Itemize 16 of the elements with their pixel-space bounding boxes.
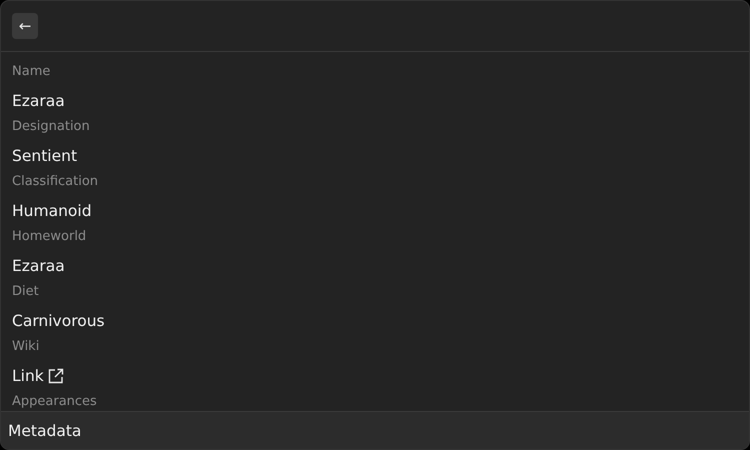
field-value: Carnivorous: [12, 311, 106, 332]
field-value: Humanoid: [12, 201, 93, 222]
field-value: Ezaraa: [12, 91, 66, 112]
field-label: Name: [12, 63, 52, 81]
field-value: Sentient: [12, 146, 78, 167]
footer-title: Metadata: [8, 422, 82, 440]
field-label: Homeworld: [12, 228, 88, 246]
field-label: Designation: [12, 118, 91, 136]
field-value: Ezaraa: [12, 256, 66, 277]
external-link-icon: [46, 367, 65, 385]
field-label: Appearances: [12, 393, 98, 411]
field-label: Wiki: [12, 338, 40, 356]
back-button[interactable]: ←: [12, 13, 38, 39]
wiki-link[interactable]: Link: [12, 362, 65, 390]
field-label: Classification: [12, 173, 100, 191]
field-label: Diet: [12, 283, 40, 301]
